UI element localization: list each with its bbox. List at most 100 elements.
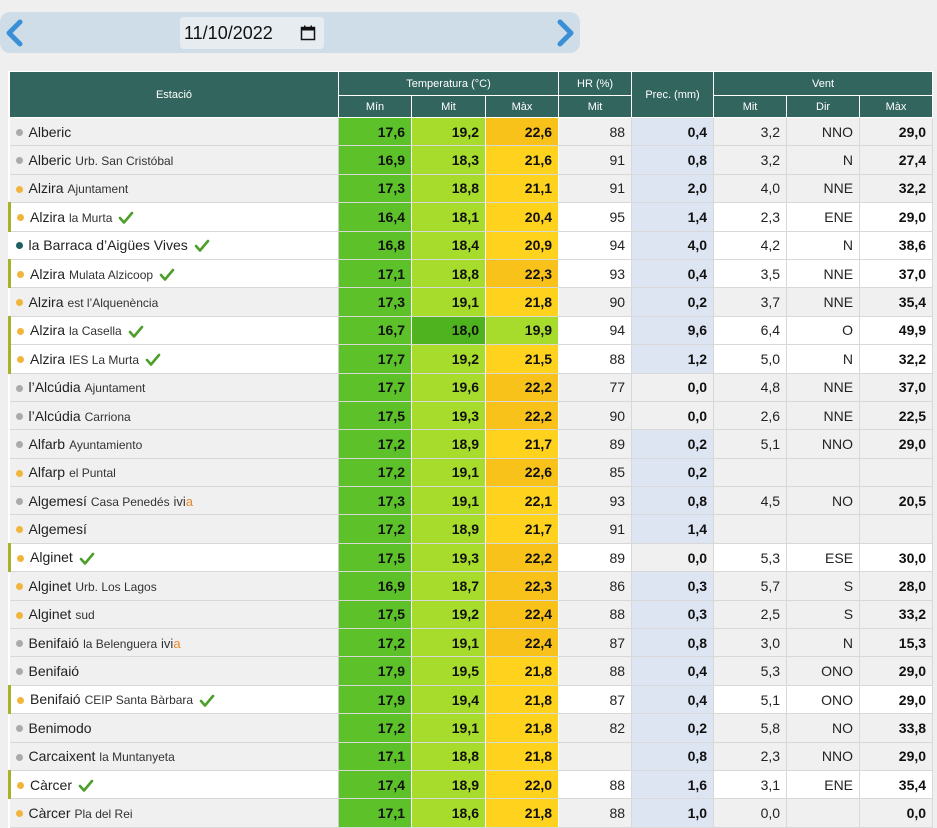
header-wind-dir[interactable]: Dir: [786, 95, 861, 118]
station-cell[interactable]: Algemesí Casa Penedés ivia: [9, 486, 339, 516]
previous-day-button[interactable]: [2, 18, 28, 48]
station-name[interactable]: Algemesí: [29, 493, 87, 509]
station-name[interactable]: l’Alcúdia: [29, 379, 81, 395]
header-wind-max[interactable]: Màx: [859, 95, 934, 118]
station-name[interactable]: Alzira: [30, 351, 65, 367]
temp-max-cell: 21,6: [485, 145, 560, 175]
table-row[interactable]: Alzira Ajuntament 17,3 18,8 21,1 91 2,0 4,0 NNE 3…: [9, 174, 934, 204]
station-cell[interactable]: Alberic Urb. San Cristóbal: [9, 145, 339, 175]
station-cell[interactable]: Càrcer Pla del Rei: [9, 798, 339, 828]
header-temp-mit[interactable]: Mit: [411, 95, 486, 118]
station-cell[interactable]: Carcaixent la Muntanyeta: [9, 742, 339, 771]
station-name[interactable]: Càrcer: [29, 805, 71, 821]
table-row[interactable]: l’Alcúdia Carriona 17,5 19,3 22,2 90 0,0 2,6 NNE…: [9, 401, 934, 431]
station-name[interactable]: Benimodo: [29, 720, 92, 736]
table-row[interactable]: Benifaió CEIP Santa Bàrbara 17,9 19,4 21,8 87…: [8, 685, 934, 715]
station-name[interactable]: Alberic: [29, 152, 72, 168]
table-row[interactable]: l’Alcúdia Ajuntament 17,7 19,6 22,2 77 0,0 4,8 N…: [9, 373, 934, 402]
humidity-cell: 82: [558, 713, 633, 743]
station-name[interactable]: Carcaixent: [29, 748, 96, 764]
station-name[interactable]: l’Alcúdia: [29, 408, 81, 424]
station-name[interactable]: Alginet: [29, 606, 72, 622]
header-precipitation[interactable]: Prec. (mm): [631, 71, 715, 118]
wind-max-cell: 49,9: [859, 316, 934, 346]
station-name[interactable]: Alzira: [29, 180, 64, 196]
table-row[interactable]: Alzira la Murta 16,4 18,1 20,4 95 1,4 2,3 ENE 29,…: [8, 202, 934, 232]
station-cell[interactable]: Algemesí: [9, 514, 339, 544]
station-cell[interactable]: Benifaió la Belenguera ivia: [9, 628, 339, 658]
humidity-cell: 90: [558, 287, 633, 317]
station-cell[interactable]: Càrcer: [8, 770, 339, 800]
wind-dir-cell: O: [786, 316, 861, 346]
station-name[interactable]: Alfarb: [29, 436, 66, 452]
table-row[interactable]: Alfarb Ayuntamiento 17,2 18,9 21,7 89 0,2 5,1 NN…: [9, 429, 934, 459]
station-cell[interactable]: Alfarp el Puntal: [9, 458, 339, 488]
calendar-icon[interactable]: [300, 25, 316, 41]
wind-max-cell: 29,0: [859, 429, 934, 459]
station-name[interactable]: Alfarp: [29, 464, 66, 480]
humidity-cell: [558, 742, 633, 771]
station-cell[interactable]: Alzira IES La Murta: [8, 344, 339, 374]
table-row[interactable]: Càrcer Pla del Rei 17,1 18,6 21,8 88 1,0 0,0 0,0: [9, 798, 934, 828]
station-name[interactable]: Alginet: [30, 549, 73, 565]
station-cell[interactable]: Alberic: [9, 117, 339, 147]
station-name[interactable]: Alberic: [29, 124, 72, 140]
station-name[interactable]: Alzira: [30, 209, 65, 225]
table-row[interactable]: Alzira Mulata Alzicoop 17,1 18,8 22,3 93 0,4 3,…: [8, 259, 934, 289]
station-cell[interactable]: Benifaió: [9, 656, 339, 686]
table-row[interactable]: Algemesí Casa Penedés ivia 17,3 19,1 22,1 93 0…: [9, 486, 934, 516]
table-row[interactable]: Carcaixent la Muntanyeta 17,1 18,8 21,8 0,8 2,…: [9, 742, 934, 771]
table-row[interactable]: Alfarp el Puntal 17,2 19,1 22,6 85 0,2: [9, 458, 934, 488]
table-row[interactable]: Benifaió 17,9 19,5 21,8 88 0,4 5,3 ONO 29,0: [9, 656, 934, 686]
station-cell[interactable]: Alzira Ajuntament: [9, 174, 339, 204]
station-cell[interactable]: Alginet Urb. Los Lagos: [9, 571, 339, 601]
table-row[interactable]: Alzira IES La Murta 17,7 19,2 21,5 88 1,2 5,0 N 3…: [8, 344, 934, 374]
table-row[interactable]: la Barraca d’Aigües Vives 16,8 18,4 20,9 94 4…: [9, 231, 934, 260]
station-cell[interactable]: l’Alcúdia Ajuntament: [9, 373, 339, 402]
station-name[interactable]: Benifaió: [30, 691, 81, 707]
header-temp-max[interactable]: Màx: [484, 95, 560, 118]
wind-max-cell: 32,2: [859, 344, 934, 374]
station-cell[interactable]: Alzira la Murta: [8, 202, 339, 232]
station-name[interactable]: Alzira: [29, 294, 64, 310]
station-name[interactable]: Alzira: [30, 322, 65, 338]
next-day-button[interactable]: [552, 18, 578, 48]
table-row[interactable]: Benimodo 17,2 19,1 21,8 82 0,2 5,8 NO 33,8: [9, 713, 934, 743]
header-station[interactable]: Estació: [9, 71, 339, 118]
table-row[interactable]: Alzira la Casella 16,7 18,0 19,9 94 9,6 6,4 O 49,…: [8, 316, 934, 346]
station-name[interactable]: Alzira: [30, 266, 65, 282]
table-row[interactable]: Alberic Urb. San Cristóbal 16,9 18,3 21,6 91 0…: [9, 145, 934, 175]
station-cell[interactable]: Alzira la Casella: [8, 316, 339, 346]
station-cell[interactable]: Benimodo: [9, 713, 339, 743]
table-row[interactable]: Càrcer 17,4 18,9 22,0 88 1,6 3,1 ENE 35,4: [8, 770, 934, 800]
wind-mit-cell: 5,0: [713, 344, 788, 374]
station-name[interactable]: Benifaió: [29, 635, 80, 651]
station-name[interactable]: Alginet: [29, 578, 72, 594]
station-name[interactable]: Algemesí: [29, 521, 87, 537]
table-row[interactable]: Alginet Urb. Los Lagos 16,9 18,7 22,3 86 0,3 5,…: [9, 571, 934, 601]
wind-dir-cell: N: [786, 231, 861, 260]
header-wind-mit[interactable]: Mit: [713, 95, 788, 118]
wind-dir-cell: NNE: [786, 174, 861, 204]
table-row[interactable]: Alginet sud 17,5 19,2 22,4 88 0,3 2,5 S 33,2: [9, 600, 934, 630]
station-cell[interactable]: Alzira est l’Alquenència: [9, 287, 339, 317]
station-cell[interactable]: Benifaió CEIP Santa Bàrbara: [8, 685, 339, 715]
station-name[interactable]: Càrcer: [30, 777, 72, 793]
table-row[interactable]: Alginet 17,5 19,3 22,2 89 0,0 5,3 ESE 30,0: [8, 543, 934, 573]
station-cell[interactable]: Alzira Mulata Alzicoop: [8, 259, 339, 289]
station-subname: la Belenguera: [83, 636, 158, 651]
station-cell[interactable]: la Barraca d’Aigües Vives: [9, 231, 339, 260]
table-row[interactable]: Alberic 17,6 19,2 22,6 88 0,4 3,2 NNO 29,0: [9, 117, 934, 147]
header-humidity-mit[interactable]: Mit: [558, 95, 633, 118]
table-row[interactable]: Alzira est l’Alquenència 17,3 19,1 21,8 90 0,2…: [9, 287, 934, 317]
station-cell[interactable]: Alginet: [8, 543, 339, 573]
table-row[interactable]: Benifaió la Belenguera ivia 17,2 19,1 22,4 87…: [9, 628, 934, 658]
station-name[interactable]: Benifaió: [29, 663, 80, 679]
header-temp-min[interactable]: Mín: [338, 95, 412, 118]
station-cell[interactable]: Alfarb Ayuntamiento: [9, 429, 339, 459]
table-row[interactable]: Algemesí 17,2 18,9 21,7 91 1,4: [9, 514, 934, 544]
station-cell[interactable]: Alginet sud: [9, 600, 339, 630]
station-cell[interactable]: l’Alcúdia Carriona: [9, 401, 339, 431]
station-name[interactable]: la Barraca d’Aigües Vives: [29, 237, 188, 253]
date-input[interactable]: 11/10/2022: [180, 17, 324, 49]
